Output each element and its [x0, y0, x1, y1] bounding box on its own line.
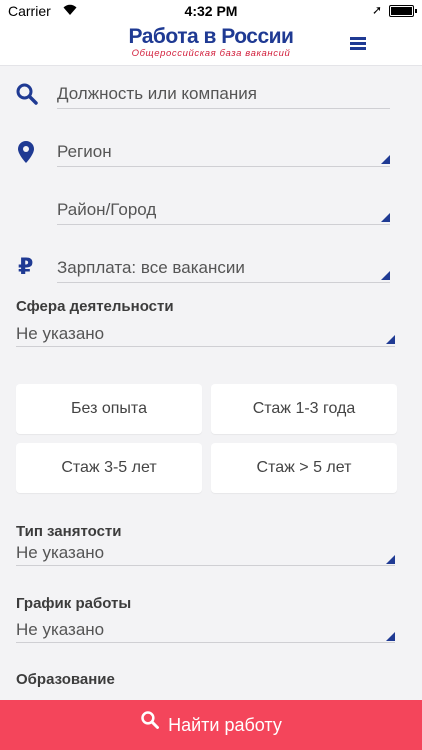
logo-main-text: Работа в России: [128, 25, 294, 48]
sphere-field[interactable]: Не указано: [0, 318, 422, 348]
search-icon: [15, 82, 39, 111]
ruble-icon: ₽: [18, 254, 34, 279]
sphere-select[interactable]: Не указано: [16, 324, 104, 344]
status-time: 4:32 PM: [184, 3, 238, 19]
region-select[interactable]: Регион: [57, 142, 112, 162]
employment-select[interactable]: Не указано: [16, 543, 104, 563]
employment-field[interactable]: Не указано: [0, 538, 422, 568]
schedule-label: График работы: [16, 595, 132, 612]
experience-3-5-button[interactable]: Стаж 3-5 лет: [16, 443, 202, 493]
region-dropdown-icon: [381, 155, 390, 164]
schedule-field[interactable]: Не указано: [0, 614, 422, 644]
employment-dropdown-icon: [386, 555, 395, 564]
hamburger-menu-icon[interactable]: [350, 37, 366, 51]
education-label: Образование: [16, 671, 115, 688]
find-job-button[interactable]: Найти работу: [0, 700, 422, 750]
status-bar: Carrier 4:32 PM ➚: [0, 0, 422, 22]
city-dropdown-icon: [381, 213, 390, 222]
search-field[interactable]: Должность или компания: [0, 78, 422, 112]
find-job-label: Найти работу: [168, 715, 282, 735]
region-underline: [57, 166, 390, 167]
app-header: Работа в России Общероссийская база вака…: [0, 22, 422, 66]
search-underline: [57, 108, 390, 109]
city-select[interactable]: Район/Город: [57, 200, 156, 220]
city-field[interactable]: Район/Город: [0, 194, 422, 228]
schedule-underline: [16, 642, 395, 643]
sphere-underline: [16, 346, 395, 347]
map-pin-icon: [17, 140, 35, 169]
sphere-label: Сфера деятельности: [16, 298, 174, 315]
employment-underline: [16, 565, 395, 566]
search-icon: [140, 699, 160, 749]
region-field[interactable]: Регион: [0, 136, 422, 170]
schedule-select[interactable]: Не указано: [16, 620, 104, 640]
app-logo: Работа в России Общероссийская база вака…: [126, 25, 296, 60]
city-underline: [57, 224, 390, 225]
salary-underline: [57, 282, 390, 283]
location-arrow-icon: ➚: [371, 3, 382, 17]
experience-5plus-button[interactable]: Стаж > 5 лет: [211, 443, 397, 493]
search-input[interactable]: Должность или компания: [57, 84, 257, 104]
salary-field[interactable]: ₽ Зарплата: все вакансии: [0, 252, 422, 286]
logo-subtitle: Общероссийская база вакансий: [131, 48, 291, 59]
salary-select[interactable]: Зарплата: все вакансии: [57, 258, 245, 278]
battery-icon: [389, 5, 417, 17]
experience-1-3-button[interactable]: Стаж 1-3 года: [211, 384, 397, 434]
experience-none-button[interactable]: Без опыта: [16, 384, 202, 434]
sphere-dropdown-icon: [386, 335, 395, 344]
salary-dropdown-icon: [381, 271, 390, 280]
schedule-dropdown-icon: [386, 632, 395, 641]
